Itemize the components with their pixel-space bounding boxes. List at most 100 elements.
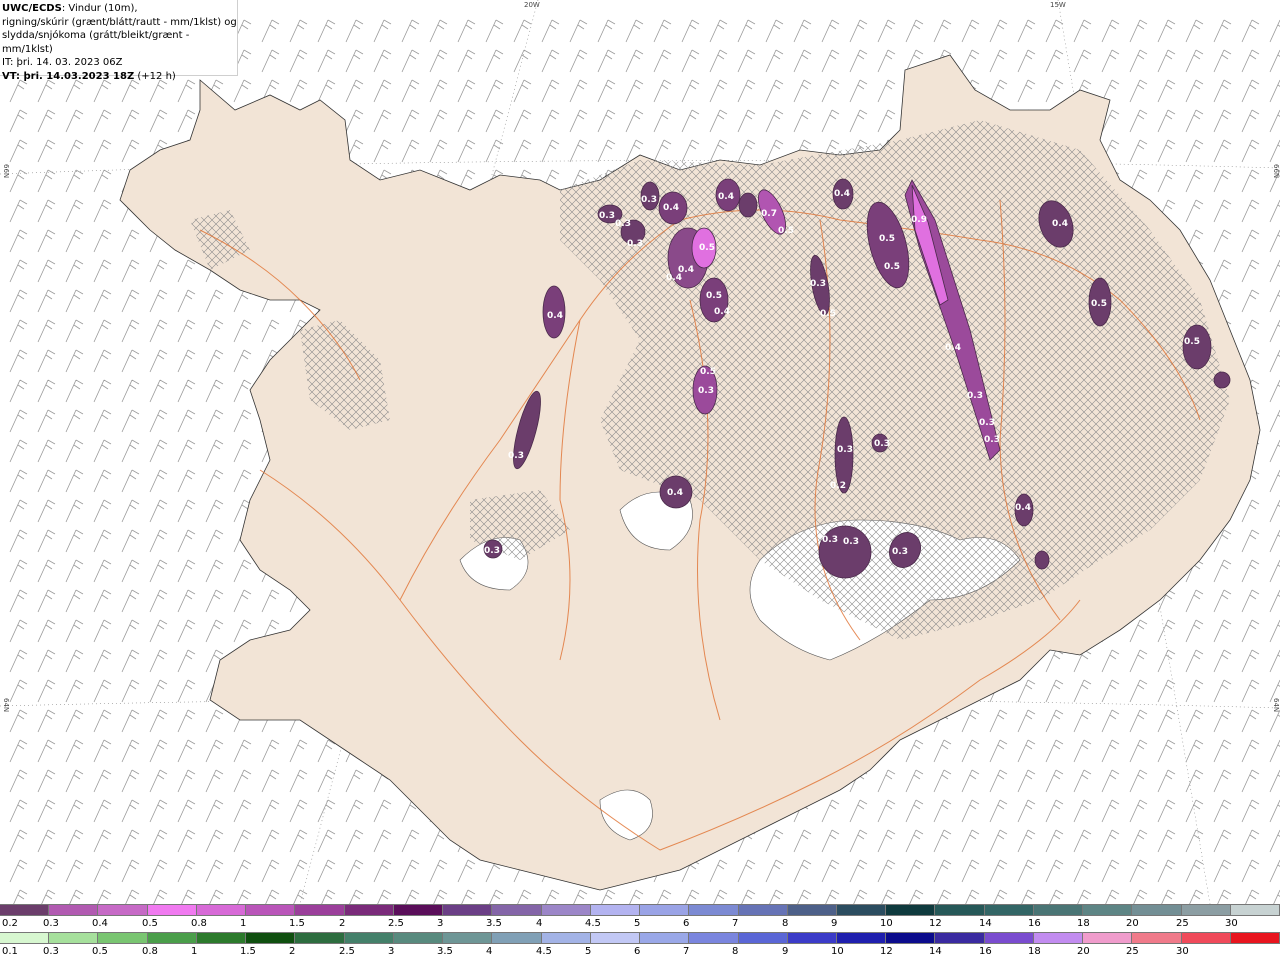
wind-barb	[205, 529, 224, 553]
wind-barb	[1157, 709, 1176, 733]
wind-barb	[9, 679, 28, 703]
wind-barb	[1269, 319, 1280, 343]
snow-color-bar	[0, 904, 1280, 916]
legend-swatch	[492, 932, 542, 944]
wind-barb	[961, 799, 980, 823]
wind-barb	[1241, 559, 1260, 583]
wind-barb	[9, 409, 28, 433]
wind-barb	[737, 889, 756, 904]
wind-barb	[1129, 769, 1148, 793]
wind-barb	[9, 379, 28, 403]
wind-barb	[1269, 349, 1280, 373]
wind-barb	[1129, 49, 1148, 73]
wind-barb	[877, 889, 896, 904]
wind-barb	[177, 409, 196, 433]
wind-barb	[37, 799, 56, 823]
legend-swatch	[935, 904, 985, 916]
wind-barb	[261, 19, 280, 43]
rain-legend-labels: 0.1 0.3 0.5 0.8 1 1.5 2 2.5 3 3.5 4 4.5 5 6 7 8 9 10 12 14 1…	[0, 946, 1280, 960]
wind-barb	[681, 19, 700, 43]
wind-barb	[485, 889, 504, 904]
wind-barb	[289, 49, 308, 73]
wind-barb	[1129, 889, 1148, 904]
legend-label: 0.2	[2, 918, 18, 929]
wind-barb	[653, 79, 672, 103]
wind-barb	[1269, 229, 1280, 253]
legend-swatch	[0, 932, 50, 944]
wind-barb	[877, 769, 896, 793]
wind-barb	[373, 139, 392, 163]
wind-barb	[1101, 799, 1120, 823]
legend-swatch	[0, 904, 50, 916]
wind-barb	[1241, 859, 1260, 883]
wind-barb	[765, 109, 784, 133]
wind-barb	[37, 229, 56, 253]
wind-barb	[1269, 859, 1280, 883]
rain-color-bar	[0, 932, 1280, 944]
wind-barb	[9, 229, 28, 253]
legend-swatch	[295, 904, 345, 916]
precip-label: 0.3	[810, 279, 826, 289]
legend-swatch	[886, 904, 936, 916]
wind-barb	[765, 889, 784, 904]
wind-barb	[149, 859, 168, 883]
wind-barb	[513, 109, 532, 133]
wind-barb	[597, 19, 616, 43]
legend-label: 10	[831, 946, 844, 957]
wind-barb	[1101, 769, 1120, 793]
wind-barb	[569, 79, 588, 103]
wind-barb	[177, 439, 196, 463]
wind-barb	[625, 109, 644, 133]
wind-barb	[1157, 619, 1176, 643]
wind-barb	[37, 559, 56, 583]
wind-barb	[9, 319, 28, 343]
wind-barb	[1157, 19, 1176, 43]
wind-barb	[65, 169, 84, 193]
wind-barb	[989, 769, 1008, 793]
wind-barb	[37, 319, 56, 343]
wind-barb	[121, 619, 140, 643]
lead-time: (+12 h)	[134, 70, 176, 82]
wind-barb	[1269, 499, 1280, 523]
wind-barb	[65, 619, 84, 643]
wind-barb	[1213, 259, 1232, 283]
wind-barb	[1269, 619, 1280, 643]
wind-barb	[289, 19, 308, 43]
wind-barb	[905, 889, 924, 904]
legend-swatch	[836, 932, 887, 944]
wind-barb	[233, 79, 252, 103]
wind-barb	[1045, 859, 1064, 883]
wind-barb	[177, 289, 196, 313]
wind-barb	[429, 889, 448, 904]
wind-barb	[65, 829, 84, 853]
wind-barb	[597, 79, 616, 103]
legend-label: 9	[782, 946, 789, 957]
wind-barb	[177, 619, 196, 643]
wind-barb	[205, 349, 224, 373]
wind-barb	[1017, 859, 1036, 883]
wind-barb	[65, 139, 84, 163]
wind-barb	[121, 799, 140, 823]
legend-swatch	[492, 904, 542, 916]
legend-label: 30	[1176, 946, 1189, 957]
wind-barb	[9, 529, 28, 553]
wind-barb	[93, 619, 112, 643]
legend-swatch	[147, 904, 197, 916]
legend-label: 0.5	[92, 946, 108, 957]
precip-label: 0.3	[979, 418, 995, 428]
wind-barb	[1213, 619, 1232, 643]
wind-barb	[121, 349, 140, 373]
wind-barb	[9, 499, 28, 523]
wind-barb	[1241, 739, 1260, 763]
wind-barb	[37, 709, 56, 733]
wind-barb	[65, 439, 84, 463]
legend-swatch	[98, 904, 148, 916]
wind-barb	[121, 529, 140, 553]
wind-barb	[1017, 79, 1036, 103]
wind-barb	[37, 379, 56, 403]
wind-barb	[205, 289, 224, 313]
wind-barb	[1241, 649, 1260, 673]
wind-barb	[373, 19, 392, 43]
wind-barb	[1241, 289, 1260, 313]
wind-barb	[93, 199, 112, 223]
